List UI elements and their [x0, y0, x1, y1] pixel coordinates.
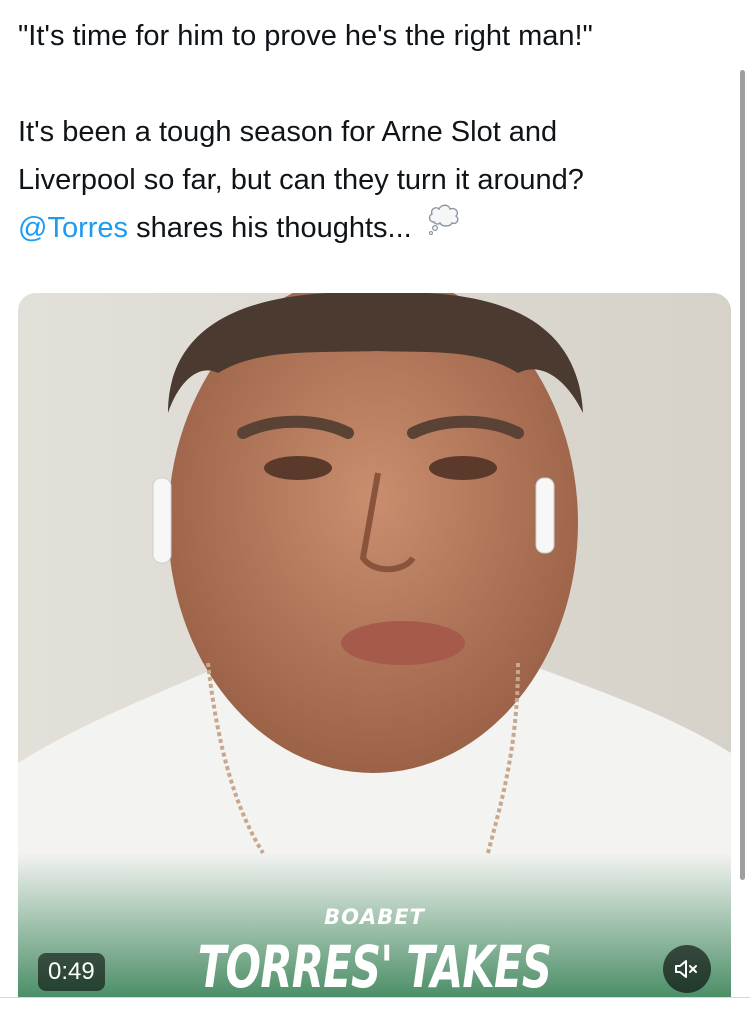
- tweet-body-line-1: It's been a tough season for Arne Slot a…: [18, 116, 558, 148]
- tweet-quote-line: "It's time for him to prove he's the rig…: [18, 20, 593, 52]
- divider: [0, 997, 750, 998]
- mute-button[interactable]: [663, 945, 711, 993]
- video-duration-badge: 0:49: [38, 953, 105, 991]
- video-player[interactable]: BOABET TORRES' TAKES 0:49: [18, 293, 731, 997]
- video-title-overlay: TORRES' TAKES: [197, 933, 552, 997]
- mention-link[interactable]: @Torres: [18, 212, 128, 244]
- tweet-page: "It's time for him to prove he's the rig…: [0, 0, 750, 1014]
- thought-balloon-icon: [426, 202, 462, 251]
- video-frame-image: [18, 293, 731, 997]
- tweet-body-line-3-text: shares his thoughts...: [128, 212, 412, 244]
- speaker-muted-icon: [675, 960, 697, 978]
- tweet-body-line-3: @Torres shares his thoughts...: [18, 204, 718, 254]
- scrollbar[interactable]: [740, 70, 745, 880]
- tweet-text: "It's time for him to prove he's the rig…: [18, 12, 718, 254]
- tweet-body-line-2: Liverpool so far, but can they turn it a…: [18, 164, 584, 196]
- brand-logo-text: BOABET: [324, 905, 425, 929]
